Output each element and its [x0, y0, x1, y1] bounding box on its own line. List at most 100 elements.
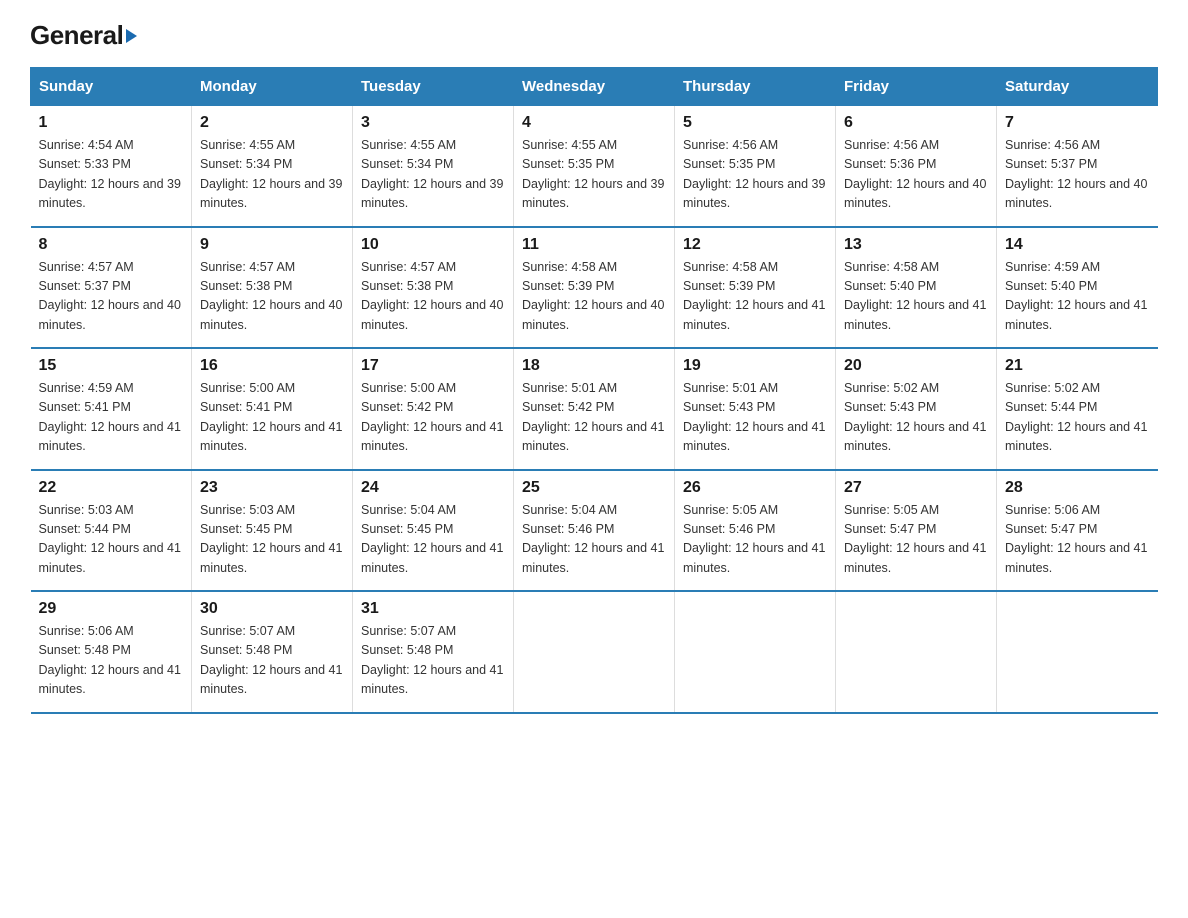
calendar-cell: 28Sunrise: 5:06 AMSunset: 5:47 PMDayligh…: [997, 470, 1158, 592]
day-info: Sunrise: 5:04 AMSunset: 5:45 PMDaylight:…: [361, 501, 505, 579]
day-number: 26: [683, 479, 827, 497]
day-info: Sunrise: 5:00 AMSunset: 5:41 PMDaylight:…: [200, 379, 344, 457]
logo: General: [30, 20, 137, 47]
calendar-cell: [836, 591, 997, 713]
day-info: Sunrise: 5:03 AMSunset: 5:45 PMDaylight:…: [200, 501, 344, 579]
calendar-cell: 7 Sunrise: 4:56 AMSunset: 5:37 PMDaylight…: [997, 106, 1158, 227]
day-info: Sunrise: 4:56 AMSunset: 5:37 PMDaylight:…: [1005, 136, 1150, 214]
calendar-cell: 29 Sunrise: 5:06 AMSunset: 5:48 PMDayligh…: [31, 591, 192, 713]
day-number: 20: [844, 357, 988, 375]
day-number: 31: [361, 600, 505, 618]
day-info: Sunrise: 5:05 AMSunset: 5:47 PMDaylight:…: [844, 501, 988, 579]
day-info: Sunrise: 5:05 AMSunset: 5:46 PMDaylight:…: [683, 501, 827, 579]
day-info: Sunrise: 4:55 AMSunset: 5:35 PMDaylight:…: [522, 136, 666, 214]
day-number: 16: [200, 357, 344, 375]
calendar-cell: 30Sunrise: 5:07 AMSunset: 5:48 PMDayligh…: [192, 591, 353, 713]
page-header: General: [30, 20, 1158, 47]
day-number: 27: [844, 479, 988, 497]
calendar-cell: 13Sunrise: 4:58 AMSunset: 5:40 PMDayligh…: [836, 227, 997, 349]
day-number: 7: [1005, 114, 1150, 132]
day-number: 23: [200, 479, 344, 497]
calendar-cell: 24 Sunrise: 5:04 AMSunset: 5:45 PMDayligh…: [353, 470, 514, 592]
calendar-cell: 10 Sunrise: 4:57 AMSunset: 5:38 PMDayligh…: [353, 227, 514, 349]
calendar-header-row: SundayMondayTuesdayWednesdayThursdayFrid…: [31, 68, 1158, 106]
header-monday: Monday: [192, 68, 353, 106]
day-info: Sunrise: 4:59 AMSunset: 5:41 PMDaylight:…: [39, 379, 184, 457]
day-info: Sunrise: 4:55 AMSunset: 5:34 PMDaylight:…: [361, 136, 505, 214]
day-info: Sunrise: 5:06 AMSunset: 5:48 PMDaylight:…: [39, 622, 184, 700]
logo-arrow-shape: [126, 29, 137, 43]
day-number: 9: [200, 236, 344, 254]
calendar-cell: 22 Sunrise: 5:03 AMSunset: 5:44 PMDayligh…: [31, 470, 192, 592]
calendar-table: SundayMondayTuesdayWednesdayThursdayFrid…: [30, 67, 1158, 714]
day-number: 8: [39, 236, 184, 254]
calendar-cell: 18Sunrise: 5:01 AMSunset: 5:42 PMDayligh…: [514, 348, 675, 470]
day-info: Sunrise: 5:00 AMSunset: 5:42 PMDaylight:…: [361, 379, 505, 457]
calendar-cell: 14Sunrise: 4:59 AMSunset: 5:40 PMDayligh…: [997, 227, 1158, 349]
week-row-1: 1Sunrise: 4:54 AMSunset: 5:33 PMDaylight…: [31, 106, 1158, 227]
header-sunday: Sunday: [31, 68, 192, 106]
day-number: 14: [1005, 236, 1150, 254]
week-row-5: 29 Sunrise: 5:06 AMSunset: 5:48 PMDayligh…: [31, 591, 1158, 713]
calendar-cell: 27 Sunrise: 5:05 AMSunset: 5:47 PMDayligh…: [836, 470, 997, 592]
day-number: 29: [39, 600, 184, 618]
calendar-cell: 1Sunrise: 4:54 AMSunset: 5:33 PMDaylight…: [31, 106, 192, 227]
day-number: 4: [522, 114, 666, 132]
day-number: 3: [361, 114, 505, 132]
day-number: 6: [844, 114, 988, 132]
week-row-2: 8 Sunrise: 4:57 AMSunset: 5:37 PMDaylight…: [31, 227, 1158, 349]
day-number: 19: [683, 357, 827, 375]
day-info: Sunrise: 5:04 AMSunset: 5:46 PMDaylight:…: [522, 501, 666, 579]
day-info: Sunrise: 4:56 AMSunset: 5:36 PMDaylight:…: [844, 136, 988, 214]
logo-top: General: [30, 20, 137, 51]
day-info: Sunrise: 4:56 AMSunset: 5:35 PMDaylight:…: [683, 136, 827, 214]
calendar-cell: 11 Sunrise: 4:58 AMSunset: 5:39 PMDayligh…: [514, 227, 675, 349]
day-number: 22: [39, 479, 184, 497]
day-number: 2: [200, 114, 344, 132]
calendar-cell: [997, 591, 1158, 713]
day-number: 24: [361, 479, 505, 497]
calendar-cell: 25 Sunrise: 5:04 AMSunset: 5:46 PMDayligh…: [514, 470, 675, 592]
day-number: 21: [1005, 357, 1150, 375]
day-info: Sunrise: 5:02 AMSunset: 5:44 PMDaylight:…: [1005, 379, 1150, 457]
day-number: 17: [361, 357, 505, 375]
day-number: 5: [683, 114, 827, 132]
week-row-3: 15Sunrise: 4:59 AMSunset: 5:41 PMDayligh…: [31, 348, 1158, 470]
calendar-cell: 3 Sunrise: 4:55 AMSunset: 5:34 PMDaylight…: [353, 106, 514, 227]
day-number: 13: [844, 236, 988, 254]
day-info: Sunrise: 4:54 AMSunset: 5:33 PMDaylight:…: [39, 136, 184, 214]
calendar-cell: 23 Sunrise: 5:03 AMSunset: 5:45 PMDayligh…: [192, 470, 353, 592]
calendar-cell: 9 Sunrise: 4:57 AMSunset: 5:38 PMDaylight…: [192, 227, 353, 349]
day-number: 25: [522, 479, 666, 497]
day-info: Sunrise: 4:57 AMSunset: 5:37 PMDaylight:…: [39, 258, 184, 336]
calendar-cell: 16 Sunrise: 5:00 AMSunset: 5:41 PMDayligh…: [192, 348, 353, 470]
header-tuesday: Tuesday: [353, 68, 514, 106]
header-saturday: Saturday: [997, 68, 1158, 106]
calendar-cell: 2 Sunrise: 4:55 AMSunset: 5:34 PMDaylight…: [192, 106, 353, 227]
day-info: Sunrise: 4:58 AMSunset: 5:39 PMDaylight:…: [522, 258, 666, 336]
week-row-4: 22 Sunrise: 5:03 AMSunset: 5:44 PMDayligh…: [31, 470, 1158, 592]
day-number: 30: [200, 600, 344, 618]
day-number: 12: [683, 236, 827, 254]
day-info: Sunrise: 5:06 AMSunset: 5:47 PMDaylight:…: [1005, 501, 1150, 579]
calendar-cell: 12Sunrise: 4:58 AMSunset: 5:39 PMDayligh…: [675, 227, 836, 349]
day-info: Sunrise: 5:01 AMSunset: 5:43 PMDaylight:…: [683, 379, 827, 457]
calendar-cell: 19 Sunrise: 5:01 AMSunset: 5:43 PMDayligh…: [675, 348, 836, 470]
calendar-cell: 31 Sunrise: 5:07 AMSunset: 5:48 PMDayligh…: [353, 591, 514, 713]
day-info: Sunrise: 4:57 AMSunset: 5:38 PMDaylight:…: [361, 258, 505, 336]
calendar-cell: 15Sunrise: 4:59 AMSunset: 5:41 PMDayligh…: [31, 348, 192, 470]
day-number: 10: [361, 236, 505, 254]
day-info: Sunrise: 4:57 AMSunset: 5:38 PMDaylight:…: [200, 258, 344, 336]
calendar-cell: 6 Sunrise: 4:56 AMSunset: 5:36 PMDaylight…: [836, 106, 997, 227]
calendar-cell: [514, 591, 675, 713]
day-info: Sunrise: 5:07 AMSunset: 5:48 PMDaylight:…: [361, 622, 505, 700]
calendar-cell: 21 Sunrise: 5:02 AMSunset: 5:44 PMDayligh…: [997, 348, 1158, 470]
calendar-cell: 5 Sunrise: 4:56 AMSunset: 5:35 PMDaylight…: [675, 106, 836, 227]
header-friday: Friday: [836, 68, 997, 106]
day-number: 11: [522, 236, 666, 254]
day-info: Sunrise: 4:55 AMSunset: 5:34 PMDaylight:…: [200, 136, 344, 214]
day-info: Sunrise: 5:02 AMSunset: 5:43 PMDaylight:…: [844, 379, 988, 457]
day-info: Sunrise: 5:03 AMSunset: 5:44 PMDaylight:…: [39, 501, 184, 579]
calendar-cell: 17 Sunrise: 5:00 AMSunset: 5:42 PMDayligh…: [353, 348, 514, 470]
day-number: 18: [522, 357, 666, 375]
